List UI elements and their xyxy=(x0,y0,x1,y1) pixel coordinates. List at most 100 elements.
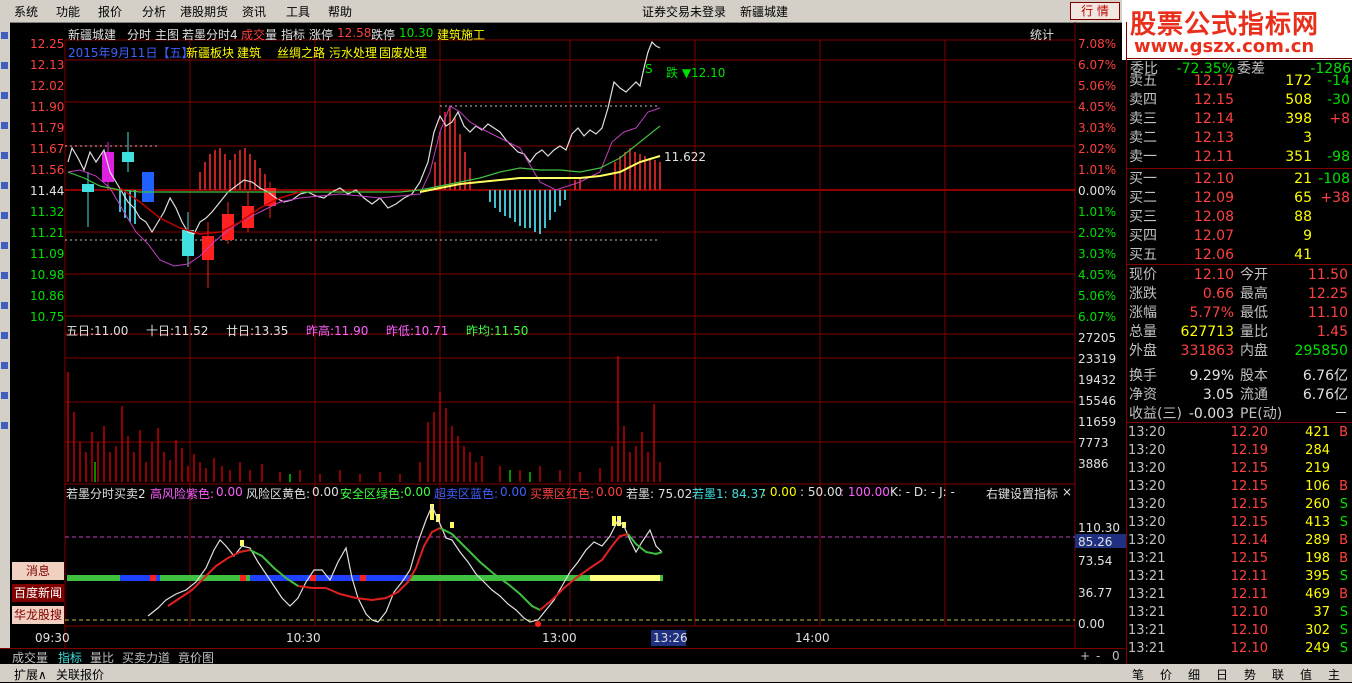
ma-purple-line xyxy=(67,105,661,267)
tick-row: 13:21 12.10 37 S xyxy=(1126,605,1352,623)
indicator-label[interactable]: 指标 xyxy=(281,26,305,43)
buy-label: 买四 xyxy=(1129,228,1157,244)
quote-label: 总量 xyxy=(1129,324,1157,340)
tick-time: 13:20 xyxy=(1128,515,1166,530)
tab-xi[interactable]: 细 xyxy=(1188,666,1200,683)
high-risk-value: 0.00 xyxy=(216,485,243,499)
tick-price: 12.20 xyxy=(1230,425,1268,440)
buy-label: 买一 xyxy=(1129,171,1157,187)
tick-side: S xyxy=(1339,497,1348,512)
volume-bars xyxy=(67,356,661,482)
quote-button[interactable]: 行 情 xyxy=(1070,2,1120,20)
tick-volume: 198 xyxy=(1305,551,1330,566)
indicator-green-line-2 xyxy=(439,527,541,611)
sector-label[interactable]: 建筑施工 xyxy=(437,26,485,43)
pct-axis-label: 6.07% xyxy=(1078,310,1117,324)
tick-time: 13:20 xyxy=(1128,497,1166,512)
buy-label: 买二 xyxy=(1129,190,1157,206)
menu-item-system[interactable]: 系统 xyxy=(14,3,38,20)
pct-axis-label: 4.05% xyxy=(1078,100,1117,114)
price-axis-label: 11.09 xyxy=(30,247,65,261)
tick-side: B xyxy=(1339,425,1348,440)
indicator-name[interactable]: 若墨分时买卖2 xyxy=(66,485,146,502)
quote-label: 现价 xyxy=(1129,267,1157,283)
tick-price: 12.14 xyxy=(1230,533,1268,548)
pct-axis-label: 3.03% xyxy=(1078,121,1117,135)
menu-item-hk-futures[interactable]: 港股期货 xyxy=(180,3,228,20)
tick-time: 13:21 xyxy=(1128,605,1166,620)
reset-button[interactable]: 0 xyxy=(1112,649,1120,663)
tab-ri[interactable]: 日 xyxy=(1216,666,1228,683)
indicator-axis-label: 110.30 xyxy=(1078,521,1120,535)
tick-volume: 289 xyxy=(1305,533,1330,548)
close-icon[interactable]: × xyxy=(1062,485,1072,499)
tab-fenshi[interactable]: 分时 xyxy=(127,26,151,43)
candles xyxy=(82,132,276,288)
sell-row: 卖三 12.14 398 +8 xyxy=(1126,110,1352,128)
menu-item-info[interactable]: 资讯 xyxy=(242,3,266,20)
concept-2[interactable]: 建筑 xyxy=(237,44,261,61)
tick-time: 13:21 xyxy=(1128,551,1166,566)
tick-row: 13:20 12.15 106 B xyxy=(1126,479,1352,497)
buy-price: 12.06 xyxy=(1193,247,1234,263)
sell-volume: 398 xyxy=(1285,111,1312,127)
menu-item-quote[interactable]: 报价 xyxy=(98,3,122,20)
tick-side: S xyxy=(1339,605,1348,620)
tab-ruomo-4[interactable]: 若墨分时4 xyxy=(182,26,238,43)
concept-4[interactable]: 污水处理 xyxy=(329,44,377,61)
volume-label-1[interactable]: 成交 xyxy=(241,26,265,43)
stat-button[interactable]: 统计 xyxy=(1030,26,1054,43)
menu-item-tools[interactable]: 工具 xyxy=(286,3,310,20)
tab-main-chart[interactable]: 主图 xyxy=(155,26,179,43)
zoom-out-button[interactable]: - xyxy=(1096,649,1100,663)
menu-item-function[interactable]: 功能 xyxy=(56,3,80,20)
sell-volume: 351 xyxy=(1285,149,1312,165)
tick-volume: 284 xyxy=(1305,443,1330,458)
ruomo1-value: 若墨1: 84.37 xyxy=(692,487,766,501)
quote-value-2: 6.76亿 xyxy=(1302,368,1348,384)
tab-lian[interactable]: 联 xyxy=(1272,666,1284,683)
indicator-axis-label: 0.00 xyxy=(1078,617,1105,631)
sell-label: 卖二 xyxy=(1129,130,1157,146)
tick-side: B xyxy=(1339,479,1348,494)
tab-shi[interactable]: 势 xyxy=(1244,666,1256,683)
concept-1[interactable]: 新疆板块 xyxy=(186,44,234,61)
tab-zhu[interactable]: 主 xyxy=(1328,666,1340,683)
quote-value: -0.003 xyxy=(1188,406,1234,422)
tick-row: 13:20 12.15 260 S xyxy=(1126,497,1352,515)
quote-row: 现价 12.10 今开 11.50 xyxy=(1126,266,1352,284)
quote-value-2: － xyxy=(1334,406,1348,422)
right-set-indicator[interactable]: 右键设置指标 xyxy=(986,485,1058,502)
tab-bi[interactable]: 笔 xyxy=(1132,666,1144,683)
zoom-in-button[interactable]: + xyxy=(1080,649,1090,663)
pct-axis-label: 0.00% xyxy=(1078,184,1117,198)
related-quote-button[interactable]: 关联报价 xyxy=(56,666,104,683)
volume-label-2[interactable]: 量 xyxy=(265,26,277,43)
prev-avg-label: 昨均:11.50 xyxy=(466,324,529,338)
indicator-axis-label: 85.26 xyxy=(1078,535,1113,549)
tick-row: 13:21 12.10 302 S xyxy=(1126,623,1352,641)
baidu-news-button[interactable]: 百度新闻 xyxy=(12,584,64,602)
menu-item-help[interactable]: 帮助 xyxy=(328,3,352,20)
concept-5[interactable]: 固废处理 xyxy=(379,44,427,61)
tab-zhi[interactable]: 值 xyxy=(1300,666,1312,683)
sell-label: 卖三 xyxy=(1129,111,1157,127)
tick-time: 13:21 xyxy=(1128,623,1166,638)
ruomo2-value: : 0.00 xyxy=(762,485,797,499)
pct-axis-label: 1.01% xyxy=(1078,163,1117,177)
tick-time: 13:20 xyxy=(1128,443,1166,458)
kdj-values: K: - D: - J: - xyxy=(890,485,955,499)
tick-row: 13:21 12.10 249 S xyxy=(1126,641,1352,659)
concept-3[interactable]: 丝绸之路 xyxy=(277,44,325,61)
sell-change: -30 xyxy=(1327,92,1350,108)
limit-down-label: 跌停 xyxy=(371,28,396,42)
quote-label: 涨幅 xyxy=(1129,305,1157,321)
tab-jia[interactable]: 价 xyxy=(1160,666,1172,683)
expand-button[interactable]: 扩展∧ xyxy=(14,666,47,683)
menu-item-analysis[interactable]: 分析 xyxy=(142,3,166,20)
tick-volume: 413 xyxy=(1305,515,1330,530)
hualong-search-button[interactable]: 华龙股搜 xyxy=(12,606,64,624)
bottom-tab-bar: 成交量 指标 量比 买卖力道 竟价图 + - 0 xyxy=(0,648,1125,665)
limit-up-label: 涨停 xyxy=(309,28,334,42)
message-button[interactable]: 消息 xyxy=(12,562,64,580)
